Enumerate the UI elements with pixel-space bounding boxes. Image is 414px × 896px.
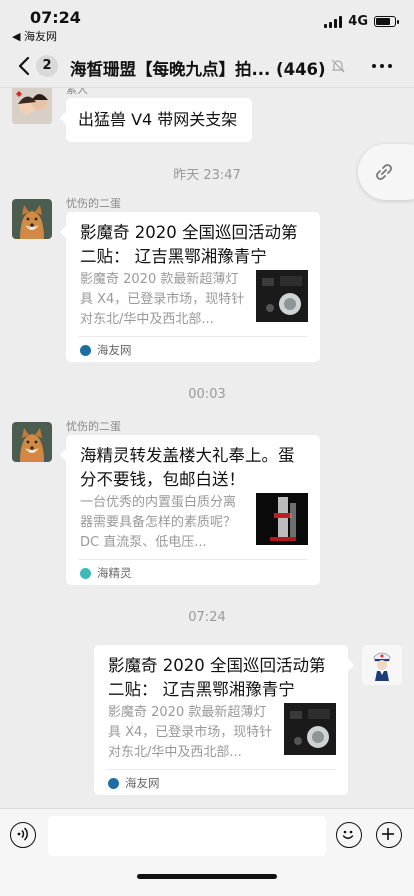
card-thumbnail: [256, 270, 308, 322]
voice-button[interactable]: [10, 822, 36, 848]
source-name: 海友网: [125, 776, 160, 790]
more-options-button[interactable]: [372, 64, 392, 68]
signal-icon: [324, 15, 343, 28]
source-logo-icon: [80, 344, 91, 356]
chevron-left-icon: [18, 56, 30, 76]
avatar-sender-3[interactable]: [12, 422, 52, 462]
source-name: 海友网: [97, 343, 132, 357]
message-list[interactable]: 素人 出猛兽 V4 带网关支架 昨天 23:47 忧伤的二蛋 影魔奇 2020 …: [0, 88, 414, 808]
network-type: 4G: [348, 14, 368, 29]
status-time: 07:24: [30, 8, 81, 27]
voice-icon: [18, 827, 29, 841]
back-button[interactable]: [14, 54, 34, 78]
source-logo-icon: [108, 777, 119, 789]
message-input-bar: [0, 808, 414, 896]
back-to-app-link[interactable]: ◀ 海友网: [12, 28, 57, 44]
divider: [106, 769, 336, 770]
status-indicators: 4G: [324, 14, 399, 29]
sender-name: 素人: [66, 88, 88, 96]
card-source: 海精灵: [80, 565, 132, 581]
home-indicator[interactable]: [137, 874, 277, 879]
avatar-sender-1[interactable]: [12, 88, 52, 124]
card-title: 影魔奇 2020 全国巡回活动第二贴： 辽吉黑鄂湘豫青宁: [80, 223, 298, 266]
timestamp: 00:03: [188, 387, 226, 402]
ellipsis-icon: [372, 64, 376, 68]
sender-name: 忧伤的二蛋: [66, 420, 121, 433]
more-functions-button[interactable]: [376, 822, 402, 848]
card-title: 影魔奇 2020 全国巡回活动第二贴： 辽吉黑鄂湘豫青宁: [108, 656, 326, 699]
card-description: 影魔奇 2020 款最新超薄灯具 X4，已登录市场，现特针对东北/华中及西北部.…: [80, 272, 245, 327]
link-card-message[interactable]: 影魔奇 2020 全国巡回活动第二贴： 辽吉黑鄂湘豫青宁 影魔奇 2020 款最…: [94, 645, 354, 795]
message-input[interactable]: [48, 816, 326, 856]
plus-icon: [382, 828, 395, 841]
card-title: 海精灵转发盖楼大礼奉上。蛋分不要钱，包邮白送！: [80, 446, 295, 489]
timestamp: 07:24: [188, 610, 226, 625]
chat-title: 海皙珊盟【每晚九点】拍... (446): [70, 60, 326, 79]
timestamp: 昨天 23:47: [173, 168, 241, 183]
source-name: 海精灵: [97, 566, 132, 580]
unread-count-badge[interactable]: 2: [36, 55, 58, 77]
avatar-sender-2[interactable]: [12, 199, 52, 239]
divider: [78, 336, 308, 337]
card-description: 一台优秀的内置蛋白质分离器需要具备怎样的素质呢？DC 直流泵、低电压...: [80, 495, 237, 550]
card-thumbnail: [284, 703, 336, 755]
source-logo-icon: [80, 567, 91, 579]
text-message-bubble[interactable]: 出猛兽 V4 带网关支架: [60, 98, 252, 142]
link-card-message[interactable]: 影魔奇 2020 全国巡回活动第二贴： 辽吉黑鄂湘豫青宁 影魔奇 2020 款最…: [60, 212, 320, 362]
chat-header: 2 海皙珊盟【每晚九点】拍... (446): [0, 44, 414, 88]
card-description: 影魔奇 2020 款最新超薄灯具 X4，已登录市场，现特针对东北/华中及西北部.…: [108, 705, 273, 760]
card-source: 海友网: [80, 342, 132, 358]
message-text: 出猛兽 V4 带网关支架: [78, 110, 238, 129]
status-bar: 07:24 ◀ 海友网 4G: [0, 0, 414, 44]
sender-name: 忧伤的二蛋: [66, 197, 121, 210]
bell-slash-icon: [331, 59, 345, 73]
card-source: 海友网: [108, 775, 160, 791]
card-thumbnail: [256, 493, 308, 545]
emoji-button[interactable]: [336, 822, 362, 848]
link-card-message[interactable]: 海精灵转发盖楼大礼奉上。蛋分不要钱，包邮白送！ 一台优秀的内置蛋白质分离器需要具…: [60, 435, 320, 585]
smiley-icon: [343, 831, 354, 840]
battery-icon: [374, 16, 399, 27]
avatar-self[interactable]: [362, 645, 402, 685]
divider: [78, 559, 308, 560]
